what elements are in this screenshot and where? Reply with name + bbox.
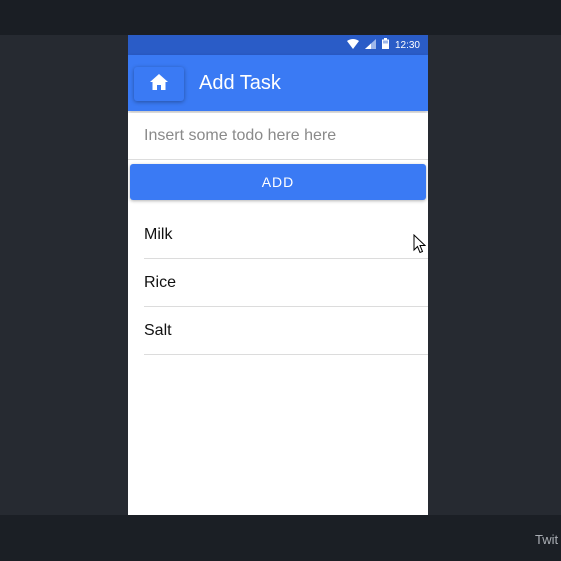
home-icon bbox=[150, 73, 168, 95]
app-bar: Add Task bbox=[128, 55, 428, 111]
wifi-icon bbox=[346, 36, 359, 54]
signal-icon bbox=[364, 36, 376, 54]
page-title: Add Task bbox=[199, 72, 281, 94]
phone-screen: 12:30 Add Task ADD Milk Rice Salt bbox=[128, 35, 428, 515]
home-button[interactable] bbox=[134, 67, 184, 101]
desktop-top-bar bbox=[0, 0, 561, 35]
taskbar-label[interactable]: Twit bbox=[535, 532, 558, 547]
taskbar bbox=[0, 515, 561, 561]
list-item[interactable]: Salt bbox=[144, 307, 428, 355]
status-time: 12:30 bbox=[394, 39, 420, 51]
list-item[interactable]: Milk bbox=[144, 211, 428, 259]
list-item[interactable]: Rice bbox=[144, 259, 428, 307]
status-bar: 12:30 bbox=[128, 35, 428, 55]
todo-list: Milk Rice Salt bbox=[144, 211, 428, 355]
add-button[interactable]: ADD bbox=[130, 164, 426, 200]
mouse-cursor-icon bbox=[413, 233, 427, 259]
todo-input[interactable] bbox=[128, 113, 428, 160]
battery-icon bbox=[381, 36, 389, 54]
